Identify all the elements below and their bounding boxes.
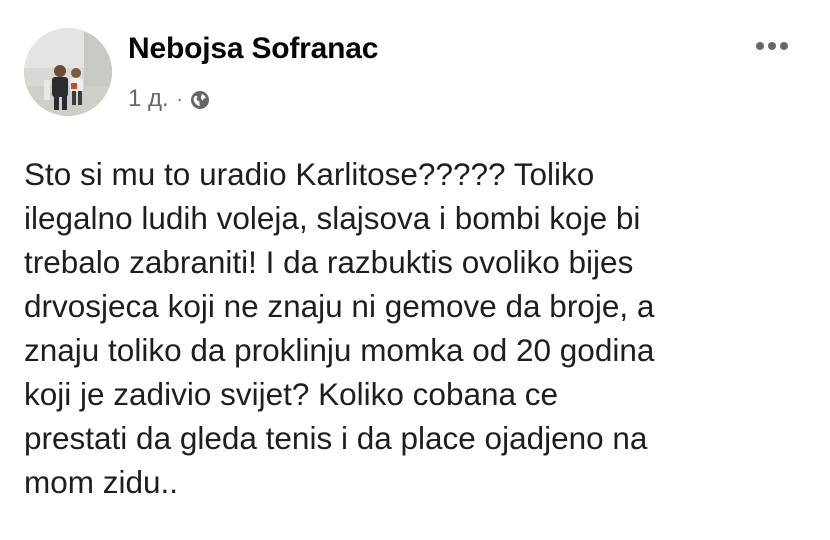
- post-text-line: mom zidu..: [24, 464, 179, 500]
- facebook-post: Nebojsa Sofranac 1 д. · Sto si mu to ura…: [0, 0, 830, 540]
- avatar[interactable]: [24, 28, 112, 116]
- more-dot: [780, 42, 788, 50]
- more-dot: [756, 42, 764, 50]
- post-text-line: znaju toliko da proklinju momka od 20 go…: [24, 332, 655, 368]
- more-options-icon[interactable]: [748, 32, 796, 60]
- post-text-line: trebalo zabraniti! I da razbuktis ovolik…: [24, 244, 634, 280]
- post-text: Sto si mu to uradio Karlitose????? Tolik…: [24, 152, 814, 504]
- post-text-line: ilegalno ludih voleja, slajsova i bombi …: [24, 200, 641, 236]
- post-text-line: Sto si mu to uradio Karlitose????? Tolik…: [24, 156, 595, 192]
- post-text-line: koji je zadivio svijet? Koliko cobana ce: [24, 376, 559, 412]
- globe-icon[interactable]: [190, 89, 210, 109]
- post-meta: 1 д. ·: [128, 84, 210, 114]
- post-timestamp[interactable]: 1 д.: [128, 85, 169, 113]
- post-text-line: prestati da gleda tenis i da place ojadj…: [24, 420, 648, 456]
- more-dot: [768, 42, 776, 50]
- meta-separator: ·: [176, 88, 183, 109]
- author-name[interactable]: Nebojsa Sofranac: [128, 32, 378, 66]
- avatar-photo: [24, 28, 112, 116]
- post-text-line: drvosjeca koji ne znaju ni gemove da bro…: [24, 288, 655, 324]
